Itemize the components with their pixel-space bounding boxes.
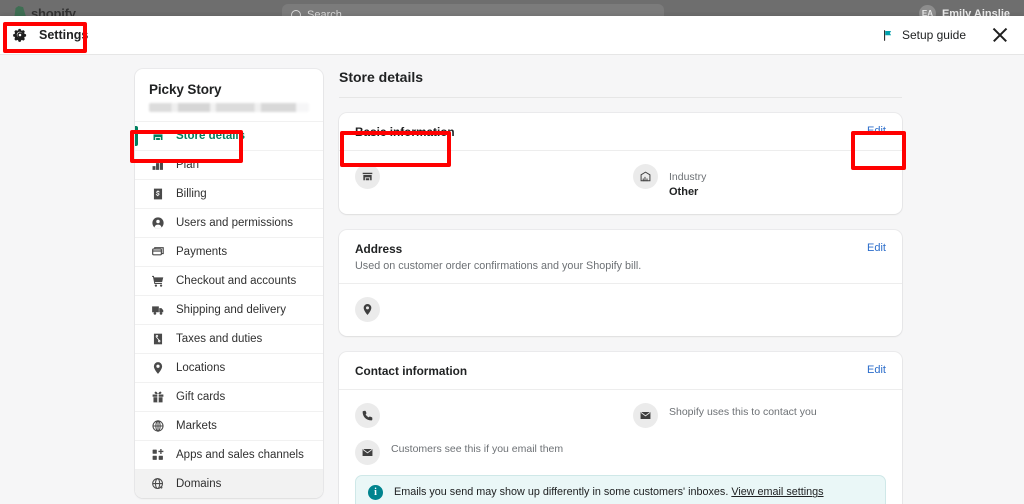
- address-card: Address Used on customer order confirmat…: [339, 230, 902, 336]
- sidebar-item-label: Payments: [176, 246, 227, 258]
- info-icon: i: [368, 485, 383, 500]
- sidebar-store-name: Picky Story: [149, 82, 309, 97]
- sender-email-field: Customers see this if you email them: [355, 440, 633, 465]
- globe-icon: [151, 477, 165, 491]
- sidebar-item-domains[interactable]: Domains: [135, 469, 323, 498]
- sidebar-item-payments[interactable]: Payments: [135, 237, 323, 266]
- setup-guide-button[interactable]: Setup guide: [882, 28, 966, 42]
- industry-label: Industry: [669, 171, 706, 183]
- settings-main-content: Store details Basic information Edit: [339, 69, 902, 504]
- email-deliverability-banner: i Emails you send may show up differentl…: [355, 475, 886, 504]
- sidebar-item-shipping-and-delivery[interactable]: Shipping and delivery: [135, 295, 323, 324]
- sidebar-item-store-details[interactable]: Store details: [135, 121, 323, 150]
- account-email-note: Shopify uses this to contact you: [669, 406, 817, 418]
- address-title: Address: [355, 242, 641, 256]
- truck-icon: [151, 303, 165, 317]
- store-icon: [355, 164, 380, 189]
- sidebar-item-label: Billing: [176, 188, 207, 200]
- sidebar-item-label: Markets: [176, 420, 217, 432]
- address-body: [339, 284, 902, 336]
- sidebar-item-locations[interactable]: Locations: [135, 353, 323, 382]
- payment-card-icon: [151, 245, 165, 259]
- sidebar-item-plan[interactable]: Plan: [135, 150, 323, 179]
- pin-icon: [355, 297, 380, 322]
- sidebar-item-markets[interactable]: Markets: [135, 411, 323, 440]
- envelope-icon: [633, 403, 658, 428]
- address-edit-link[interactable]: Edit: [867, 242, 886, 254]
- basic-information-title: Basic information: [355, 125, 455, 139]
- sidebar-item-label: Domains: [176, 478, 221, 490]
- contact-information-body: Shopify uses this to contact you Custome…: [339, 390, 902, 475]
- contact-information-card: Contact information Edit: [339, 352, 902, 504]
- sidebar-item-label: Locations: [176, 362, 225, 374]
- sidebar-item-apps-and-sales-channels[interactable]: Apps and sales channels: [135, 440, 323, 469]
- page-title: Store details: [339, 69, 902, 98]
- email-deliverability-text: Emails you send may show up differently …: [394, 486, 824, 498]
- banner-message: Emails you send may show up differently …: [394, 486, 728, 498]
- stairs-icon: [151, 158, 165, 172]
- contact-information-title: Contact information: [355, 364, 467, 378]
- sidebar-item-label: Checkout and accounts: [176, 275, 296, 287]
- settings-modal-body: Picky Story Store details Plan Bill: [0, 55, 1024, 504]
- phone-field: [355, 403, 633, 428]
- close-icon[interactable]: [990, 25, 1010, 45]
- cart-icon: [151, 274, 165, 288]
- setup-guide-label: Setup guide: [902, 28, 966, 42]
- address-field: [355, 297, 886, 322]
- phone-icon: [355, 403, 380, 428]
- sidebar-item-label: Shipping and delivery: [176, 304, 286, 316]
- basic-information-body: Industry Other: [339, 151, 902, 214]
- sidebar-item-label: Taxes and duties: [176, 333, 262, 345]
- contact-information-edit-link[interactable]: Edit: [867, 364, 886, 376]
- settings-modal: Settings Setup guide Picky Story: [0, 16, 1024, 504]
- address-subtitle: Used on customer order confirmations and…: [355, 260, 641, 272]
- receipt-icon: [151, 332, 165, 346]
- industry-value: Other: [669, 185, 706, 200]
- basic-information-header: Basic information Edit: [339, 113, 902, 151]
- settings-sidebar: Picky Story Store details Plan Bill: [135, 69, 323, 498]
- settings-modal-header: Settings Setup guide: [0, 16, 1024, 55]
- sidebar-item-label: Plan: [176, 159, 199, 171]
- sidebar-item-billing[interactable]: Billing: [135, 179, 323, 208]
- sidebar-item-label: Gift cards: [176, 391, 225, 403]
- settings-modal-title: Settings: [39, 28, 88, 42]
- store-icon: [151, 129, 165, 143]
- sender-email-note: Customers see this if you email them: [391, 443, 563, 455]
- basic-information-card: Basic information Edit: [339, 113, 902, 214]
- apps-plus-icon: [151, 448, 165, 462]
- sidebar-store-header: Picky Story: [135, 69, 323, 121]
- globe-target-icon: [151, 419, 165, 433]
- flag-icon: [882, 29, 895, 42]
- gift-icon: [151, 390, 165, 404]
- sidebar-store-domain-redacted: [149, 103, 309, 112]
- sidebar-item-label: Users and permissions: [176, 217, 293, 229]
- sidebar-item-label: Store details: [176, 130, 245, 142]
- industry-field: Industry Other: [633, 164, 886, 200]
- person-icon: [151, 216, 165, 230]
- building-icon: [633, 164, 658, 189]
- sidebar-item-taxes-and-duties[interactable]: Taxes and duties: [135, 324, 323, 353]
- contact-information-header: Contact information Edit: [339, 352, 902, 390]
- bill-icon: [151, 187, 165, 201]
- view-email-settings-link[interactable]: View email settings: [731, 486, 823, 498]
- address-header: Address Used on customer order confirmat…: [339, 230, 902, 284]
- store-name-field: [355, 164, 633, 200]
- envelope-icon: [355, 440, 380, 465]
- account-email-field: Shopify uses this to contact you: [633, 403, 886, 428]
- sidebar-item-users-and-permissions[interactable]: Users and permissions: [135, 208, 323, 237]
- sidebar-item-gift-cards[interactable]: Gift cards: [135, 382, 323, 411]
- pin-icon: [151, 361, 165, 375]
- gear-icon: [12, 27, 28, 43]
- sidebar-item-label: Apps and sales channels: [176, 449, 304, 461]
- basic-information-edit-link[interactable]: Edit: [867, 125, 886, 137]
- sidebar-item-checkout-and-accounts[interactable]: Checkout and accounts: [135, 266, 323, 295]
